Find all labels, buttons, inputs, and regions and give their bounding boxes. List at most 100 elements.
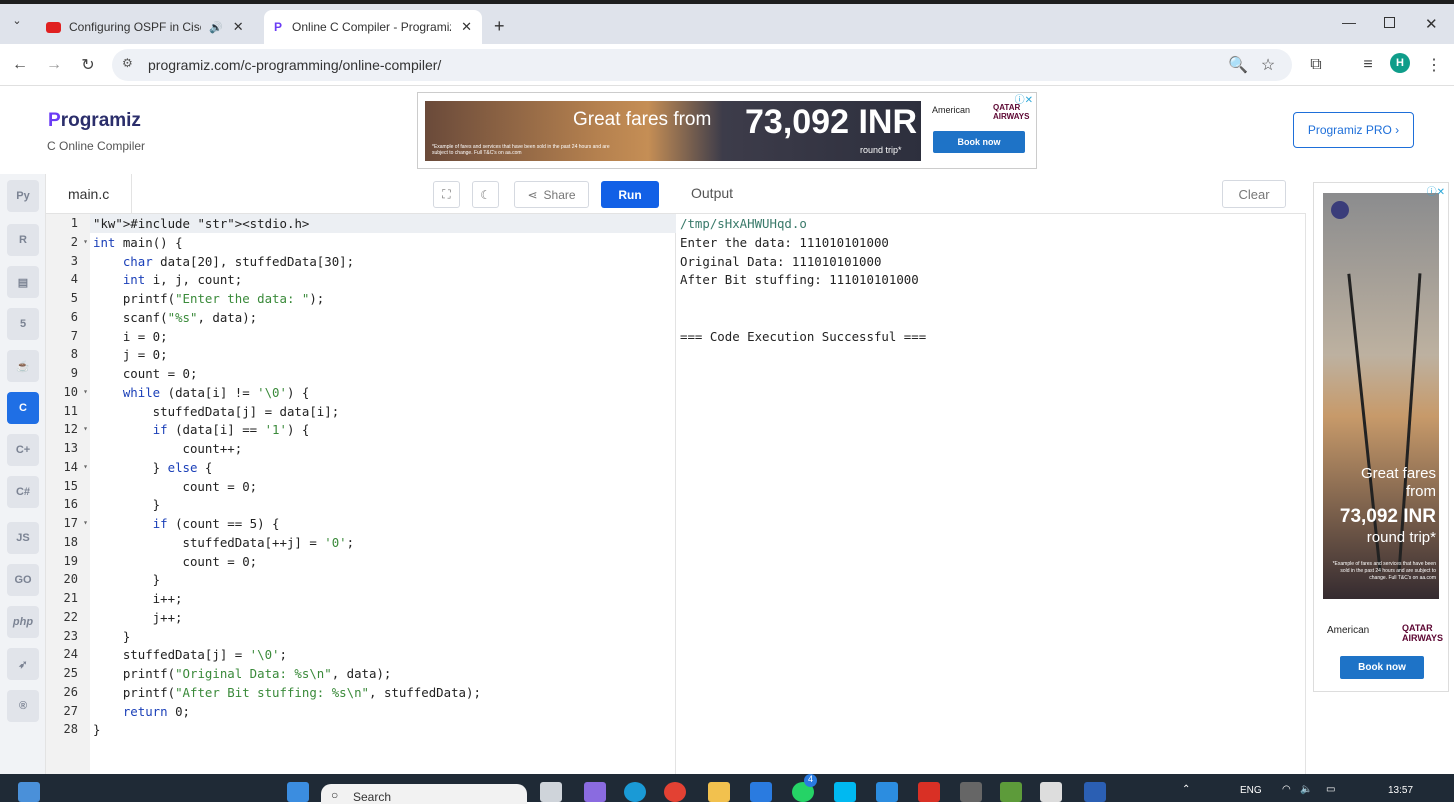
new-tab-button[interactable]: + [494, 16, 505, 37]
battery-icon[interactable]: ▭ [1326, 784, 1335, 795]
code-line[interactable]: count++; [93, 439, 243, 458]
code-editor[interactable]: 1 2 ▾ 3 4 5 6 7 8 9 10 ▾ 11 12 ▾ 13 14 ▾ 15 16 17 ▾ 18 19 20 21 22… [46, 214, 676, 774]
chrome-icon[interactable] [664, 782, 686, 802]
ad-book-now-button[interactable]: Book now [1340, 656, 1424, 679]
taskbar-search[interactable]: ○ Search [321, 784, 527, 804]
code-line[interactable]: j = 0; [93, 345, 168, 364]
fold-toggle-icon[interactable]: ▾ [83, 383, 88, 401]
file-explorer-icon[interactable] [708, 782, 730, 802]
gmail-icon[interactable] [918, 782, 940, 802]
code-line[interactable]: stuffedData[j] = data[i]; [93, 402, 340, 421]
php-icon[interactable]: php [7, 606, 39, 638]
word-icon[interactable] [1084, 782, 1106, 802]
app-icon[interactable] [1000, 782, 1022, 802]
tab-search-dropdown-icon[interactable]: ⌄ [9, 14, 25, 30]
address-bar[interactable]: ⚙ programiz.com/c-programming/online-com… [112, 49, 1292, 81]
code-line[interactable]: stuffedData[++j] = '0'; [93, 533, 355, 552]
code-line[interactable]: printf("Original Data: %s\n", data); [93, 664, 392, 683]
csharp-icon[interactable]: C# [7, 476, 39, 508]
fold-toggle-icon[interactable]: ▾ [83, 233, 88, 251]
ad-close-icon[interactable]: ⓘ✕ [1015, 91, 1033, 106]
fullscreen-icon[interactable]: ⛶ [433, 181, 460, 208]
code-line[interactable]: } [93, 570, 160, 589]
code-line[interactable]: } [93, 495, 160, 514]
copilot-icon[interactable] [584, 782, 606, 802]
close-window-icon[interactable]: ✕ [1425, 15, 1438, 33]
code-line[interactable]: int i, j, count; [93, 270, 242, 289]
swift-icon[interactable]: ➶ [7, 648, 39, 680]
extensions-icon[interactable]: ⧉ [1304, 53, 1328, 77]
cpp-icon[interactable]: C+ [7, 434, 39, 466]
rust-icon[interactable]: ® [7, 690, 39, 722]
c-language-icon[interactable]: C [7, 392, 39, 424]
sql-icon[interactable]: ▤ [7, 266, 39, 298]
go-icon[interactable]: GO [7, 564, 39, 596]
whatsapp-icon[interactable]: 4 [792, 774, 817, 802]
file-tab[interactable]: main.c [46, 174, 132, 214]
fold-toggle-icon[interactable]: ▾ [83, 458, 88, 476]
lang-indicator[interactable]: ENG [1240, 785, 1262, 796]
close-tab-icon[interactable]: ✕ [233, 19, 244, 35]
code-line[interactable]: if (count == 5) { [93, 514, 280, 533]
share-button[interactable]: ⋖ Share [514, 181, 589, 208]
code-line[interactable]: } else { [93, 458, 213, 477]
close-tab-icon[interactable]: ✕ [461, 19, 472, 35]
tab-programiz[interactable]: P Online C Compiler - Programiz ✕ [264, 10, 482, 44]
fold-toggle-icon[interactable]: ▾ [83, 420, 88, 438]
ad-close-icon[interactable]: ⓘ✕ [1427, 183, 1445, 198]
code-line[interactable]: count = 0; [93, 477, 258, 496]
edge-icon[interactable] [624, 782, 646, 802]
paytm-icon[interactable] [834, 782, 856, 802]
bookmark-star-icon[interactable]: ☆ [1256, 53, 1280, 77]
fold-toggle-icon[interactable]: ▾ [83, 514, 88, 532]
code-line[interactable]: stuffedData[j] = '\0'; [93, 645, 287, 664]
volume-icon[interactable]: 🔈 [1300, 784, 1312, 795]
tray-chevron-icon[interactable]: ⌃ [1182, 784, 1190, 795]
html-icon[interactable]: 5 [7, 308, 39, 340]
site-info-icon[interactable]: ⚙ [122, 56, 133, 70]
run-button[interactable]: Run [601, 181, 659, 208]
code-line[interactable]: printf("Enter the data: "); [93, 289, 324, 308]
code-line[interactable]: count = 0; [93, 364, 198, 383]
dark-mode-icon[interactable]: ☾ [472, 181, 499, 208]
programiz-logo[interactable]: Programiz [48, 110, 141, 132]
code-line[interactable]: printf("After Bit stuffing: %s\n", stuff… [93, 683, 481, 702]
reading-list-icon[interactable]: ≡ [1356, 53, 1380, 77]
code-line[interactable]: i++; [93, 589, 183, 608]
wifi-icon[interactable]: ◠ [1282, 784, 1291, 795]
start-icon[interactable] [287, 782, 309, 802]
tab-youtube[interactable]: Configuring OSPF in Cisco | 🔊 ✕ [36, 10, 258, 44]
code-line[interactable]: return 0; [93, 702, 190, 721]
output-console[interactable]: /tmp/sHxAHWUHqd.o Enter the data: 1110101… [676, 214, 1306, 774]
side-ad[interactable]: Great fares from 73,092 INR round trip* … [1313, 182, 1449, 692]
photos-icon[interactable] [1040, 782, 1062, 802]
code-line[interactable]: if (data[i] == '1') { [93, 420, 310, 439]
store-icon[interactable] [750, 782, 772, 802]
restore-icon[interactable] [1384, 17, 1395, 28]
code-line[interactable]: char data[20], stuffedData[30]; [93, 252, 354, 271]
code-line[interactable]: while (data[i] != '\0') { [93, 383, 310, 402]
programiz-pro-button[interactable]: Programiz PRO › [1293, 112, 1414, 148]
clear-button[interactable]: Clear [1222, 180, 1286, 208]
back-icon[interactable]: ← [8, 53, 32, 77]
python-icon[interactable]: Py [7, 180, 39, 212]
ad-book-now-button[interactable]: Book now [933, 131, 1025, 153]
banner-ad[interactable]: Great fares from 73,092 INR round trip* … [417, 92, 1037, 169]
code-line[interactable]: j++; [93, 608, 183, 627]
camera-icon[interactable] [960, 782, 982, 802]
code-line[interactable]: count = 0; [93, 552, 258, 571]
r-icon[interactable]: R [7, 224, 39, 256]
code-line[interactable]: int main() { [93, 233, 183, 252]
code-line[interactable]: scanf("%s", data); [93, 308, 257, 327]
menu-icon[interactable]: ⋮ [1422, 53, 1446, 77]
java-icon[interactable]: ☕ [7, 350, 39, 382]
code-line[interactable]: } [93, 627, 130, 646]
reload-icon[interactable]: ↻ [76, 53, 100, 77]
widgets-icon[interactable] [18, 782, 40, 802]
zoom-icon[interactable]: 🔍 [1226, 53, 1250, 77]
task-view-icon[interactable] [540, 782, 562, 802]
code-line[interactable]: i = 0; [93, 327, 168, 346]
speaker-icon[interactable]: 🔊 [209, 21, 223, 34]
code-line[interactable]: } [93, 720, 100, 739]
javascript-icon[interactable]: JS [7, 522, 39, 554]
